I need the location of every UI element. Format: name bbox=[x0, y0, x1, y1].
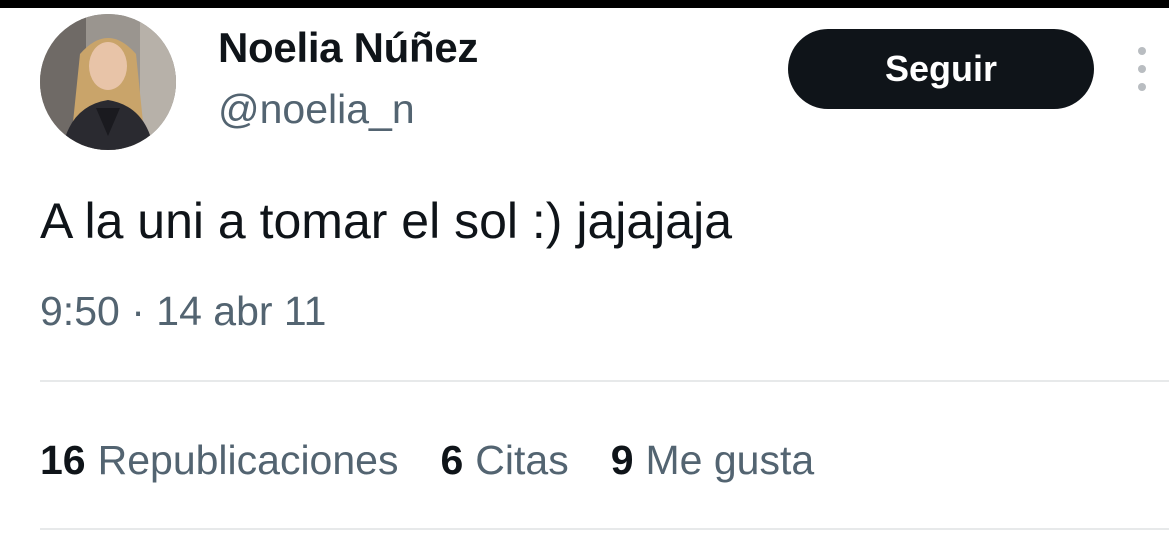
follow-button[interactable]: Seguir bbox=[788, 29, 1094, 109]
avatar-photo bbox=[40, 14, 176, 150]
author-name[interactable]: Noelia Núñez bbox=[218, 24, 478, 72]
engagement-stats: 16 Republicaciones 6 Citas 9 Me gusta bbox=[40, 437, 814, 484]
reposts-stat[interactable]: 16 Republicaciones bbox=[40, 437, 398, 484]
tweet-text: A la uni a tomar el sol :) jajajaja bbox=[40, 193, 733, 249]
likes-count: 9 bbox=[610, 437, 634, 483]
divider bbox=[40, 380, 1169, 382]
tweet-time: 9:50 bbox=[40, 288, 120, 334]
likes-label: Me gusta bbox=[645, 437, 815, 483]
top-edge-bar bbox=[0, 0, 1169, 8]
author-handle[interactable]: @noelia_n bbox=[218, 86, 415, 133]
tweet-timestamp[interactable]: 9:50 · 14 abr 11 bbox=[40, 288, 327, 335]
reposts-label: Republicaciones bbox=[97, 437, 399, 483]
divider bbox=[40, 528, 1169, 530]
avatar[interactable] bbox=[40, 14, 176, 150]
more-vertical-icon[interactable] bbox=[1130, 42, 1154, 96]
reposts-count: 16 bbox=[40, 437, 86, 483]
likes-stat[interactable]: 9 Me gusta bbox=[611, 437, 814, 484]
tweet-date: 14 abr 11 bbox=[156, 288, 327, 334]
meta-separator: · bbox=[131, 288, 145, 334]
quotes-count: 6 bbox=[440, 437, 464, 483]
quotes-label: Citas bbox=[475, 437, 569, 483]
quotes-stat[interactable]: 6 Citas bbox=[440, 437, 568, 484]
